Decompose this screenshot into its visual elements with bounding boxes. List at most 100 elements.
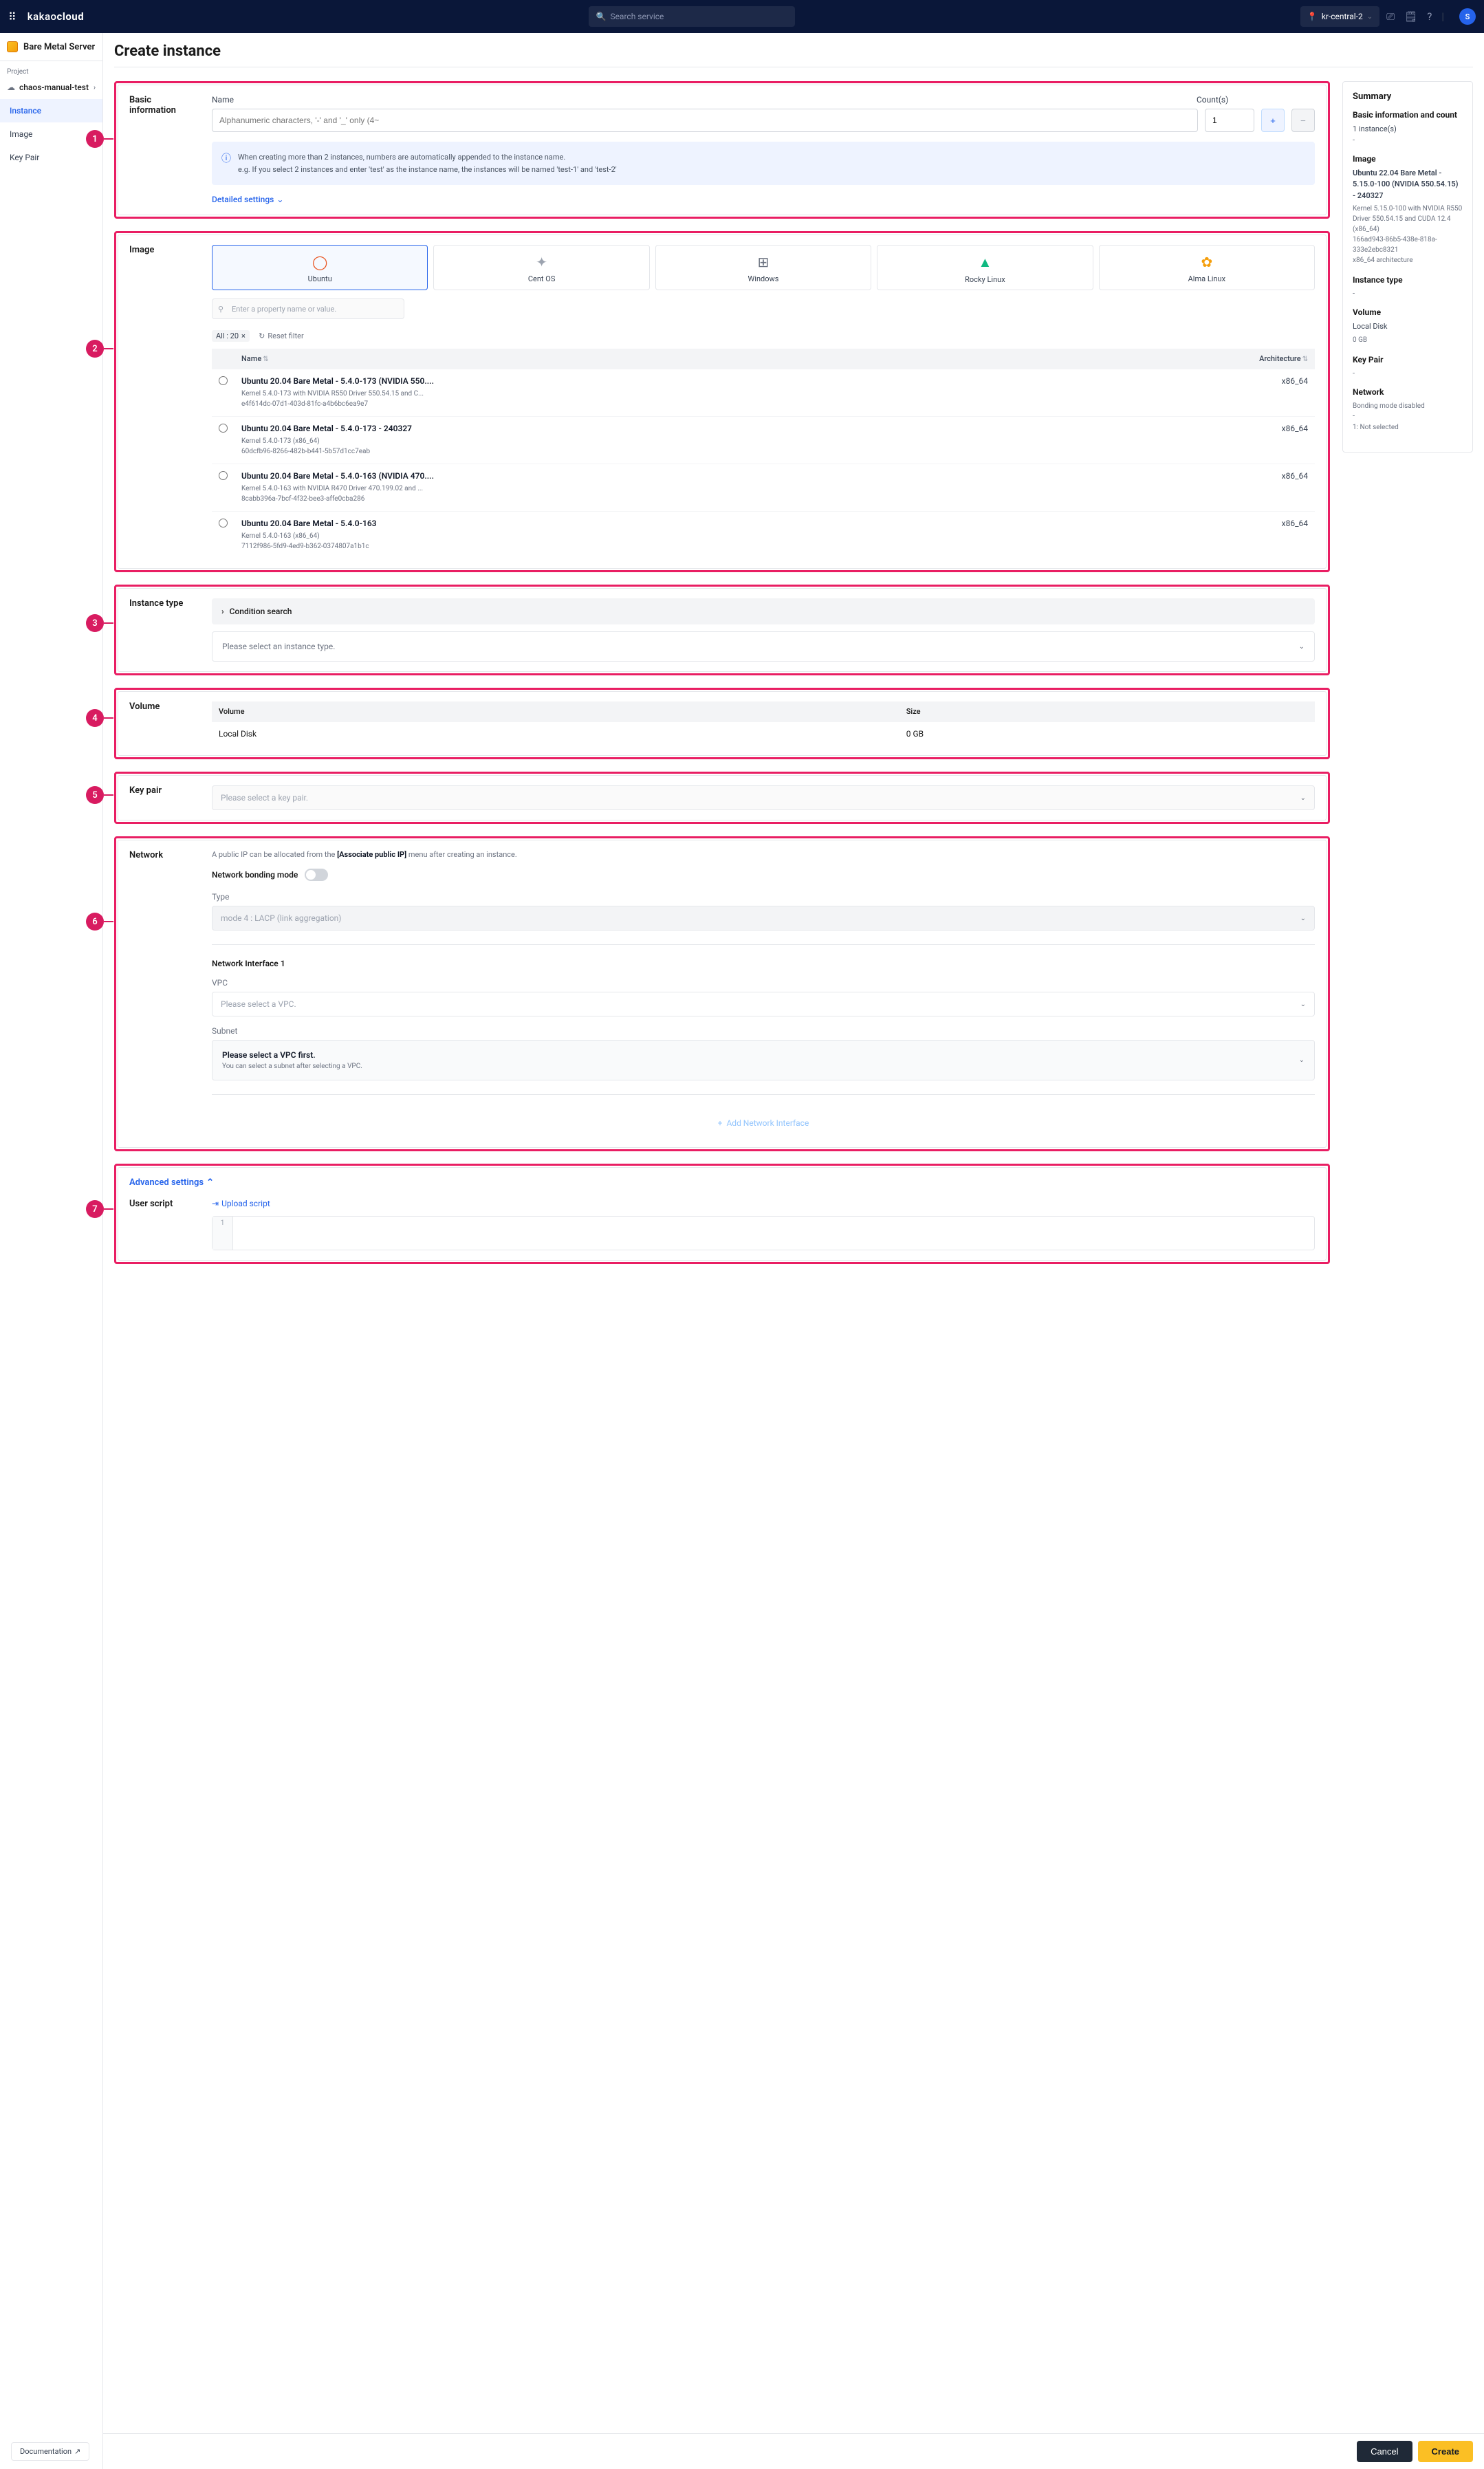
section-label-itype: Instance type [129,598,198,662]
table-row[interactable]: Ubuntu 20.04 Bare Metal - 5.4.0-163 (NVI… [212,464,1315,512]
vpc-select[interactable]: Please select a VPC. ⌄ [212,992,1315,1016]
logo[interactable]: kakaocloud [28,10,84,23]
col-size: Size [899,701,1315,722]
section-label-network: Network [129,850,198,1138]
advanced-settings-toggle[interactable]: Advanced settings ⌃ [129,1177,214,1188]
sort-icon: ⇅ [1302,356,1308,363]
upload-script-link[interactable]: ⇥ Upload script [212,1199,270,1208]
chevron-down-icon: ⌄ [1367,13,1373,21]
bonding-type-select: mode 4 : LACP (link aggregation) ⌄ [212,906,1315,931]
line-number: 1 [212,1217,233,1250]
reset-filter-link[interactable]: ↻Reset filter [259,331,304,340]
instance-name-input[interactable] [212,109,1198,132]
os-tile-centos[interactable]: ✦Cent OS [433,245,649,290]
count-minus-button[interactable]: − [1291,109,1315,132]
condition-search-toggle[interactable]: › Condition search [212,598,1315,624]
project-label: Project [0,61,102,78]
create-button[interactable]: Create [1418,2441,1473,2462]
search-icon: 🔍 [596,12,606,21]
notebook-icon[interactable]: 🗒 [1404,10,1417,23]
filter-icon: ⚲ [218,305,223,314]
chevron-down-icon: ⌄ [1300,794,1306,802]
app-header: ⠿ kakaocloud 🔍 Search service 📍 kr-centr… [0,0,1484,33]
subnet-select[interactable]: Please select a VPC first. You can selec… [212,1040,1315,1080]
step-badge-5: 5 [86,786,104,804]
os-tile-windows[interactable]: ⊞Windows [655,245,871,290]
header-icons: ⎚ 🗒 ? | S [1386,8,1476,25]
userscript-label: User script [129,1199,198,1250]
detailed-settings-link[interactable]: Detailed settings ⌄ [212,195,283,204]
instance-type-select[interactable]: Please select an instance type. ⌄ [212,631,1315,662]
image-radio[interactable] [219,376,228,385]
region-selector[interactable]: 📍 kr-central-2 ⌄ [1300,6,1379,27]
external-link-icon: ↗ [74,2447,80,2456]
sidebar-item-instance[interactable]: Instance [0,99,102,122]
volume-table: Volume Size Local Disk 0 GB [212,701,1315,746]
os-tile-alma[interactable]: ✿Alma Linux [1099,245,1315,290]
keypair-select[interactable]: Please select a key pair. ⌄ [212,785,1315,810]
table-row[interactable]: Ubuntu 20.04 Bare Metal - 5.4.0-173 (NVI… [212,369,1315,417]
image-radio[interactable] [219,471,228,480]
chevron-right-icon: › [221,607,224,616]
chevron-right-icon: › [94,84,96,91]
location-icon: 📍 [1307,12,1318,21]
project-selector[interactable]: ☁chaos-manual-test › [0,78,102,99]
documentation-button[interactable]: Documentation ↗ [11,2442,89,2461]
os-tile-ubuntu[interactable]: ◯Ubuntu [212,245,428,290]
plus-icon: + [718,1118,723,1128]
step-badge-2: 2 [86,340,104,358]
section-label-keypair: Key pair [129,785,198,810]
script-editor[interactable]: 1 [212,1216,1315,1250]
footer-bar: Cancel Create [103,2433,1484,2469]
section-label-volume: Volume [129,701,198,746]
chevron-down-icon: ⌄ [1300,1001,1306,1008]
user-avatar[interactable]: S [1459,8,1476,25]
search-input[interactable]: 🔍 Search service [589,6,795,27]
sidebar: Bare Metal Server Project ☁chaos-manual-… [0,33,103,2469]
subnet-label: Subnet [212,1026,1315,1036]
add-interface-button[interactable]: + Add Network Interface [212,1109,1315,1138]
section-label-basic: Basic information [129,95,198,205]
centos-icon: ✦ [437,254,646,270]
service-icon [7,41,18,52]
terminal-icon[interactable]: ⎚ [1386,10,1395,23]
close-icon[interactable]: × [241,331,245,340]
type-label: Type [212,892,1315,902]
image-filter-input[interactable]: ⚲ Enter a property name or value. [212,298,404,319]
alma-icon: ✿ [1102,254,1311,270]
col-name[interactable]: Name⇅ [234,349,1064,369]
apps-grid-icon[interactable]: ⠿ [8,10,17,23]
bonding-toggle[interactable] [305,869,328,881]
filter-chip[interactable]: All : 20 × [212,330,250,342]
help-icon[interactable]: ? [1427,10,1432,23]
image-radio[interactable] [219,424,228,433]
upload-icon: ⇥ [212,1199,219,1208]
reset-icon: ↻ [259,331,265,340]
image-radio[interactable] [219,519,228,527]
info-banner: ⓘ When creating more than 2 instances, n… [212,142,1315,185]
table-row[interactable]: Ubuntu 20.04 Bare Metal - 5.4.0-173 - 24… [212,417,1315,464]
cancel-button[interactable]: Cancel [1357,2441,1412,2462]
count-plus-button[interactable]: + [1261,109,1285,132]
cloud-icon: ☁ [7,83,15,92]
table-row: Local Disk 0 GB [212,722,1315,746]
col-volume: Volume [212,701,899,722]
info-icon: ⓘ [221,151,231,175]
interface-title: Network Interface 1 [212,959,1315,968]
page-title: Create instance [114,41,1473,67]
chevron-down-icon: ⌄ [276,195,283,204]
chevron-down-icon: ⌄ [1299,643,1305,651]
network-note: A public IP can be allocated from the [A… [212,850,1315,859]
sidebar-service-title[interactable]: Bare Metal Server [0,33,102,61]
step-badge-7: 7 [86,1200,104,1218]
table-row[interactable]: Ubuntu 20.04 Bare Metal - 5.4.0-163Kerne… [212,512,1315,559]
summary-panel: Summary Basic information and count 1 in… [1342,81,1473,453]
count-label: Count(s) [1197,95,1315,105]
os-tile-rocky[interactable]: ▲Rocky Linux [877,245,1093,290]
sidebar-item-keypair[interactable]: Key Pair [0,146,102,169]
count-input[interactable] [1205,109,1254,132]
bonding-label: Network bonding mode [212,870,298,880]
chevron-down-icon: ⌄ [1300,915,1306,922]
col-arch[interactable]: Architecture⇅ [1064,349,1315,369]
ubuntu-icon: ◯ [215,254,424,270]
